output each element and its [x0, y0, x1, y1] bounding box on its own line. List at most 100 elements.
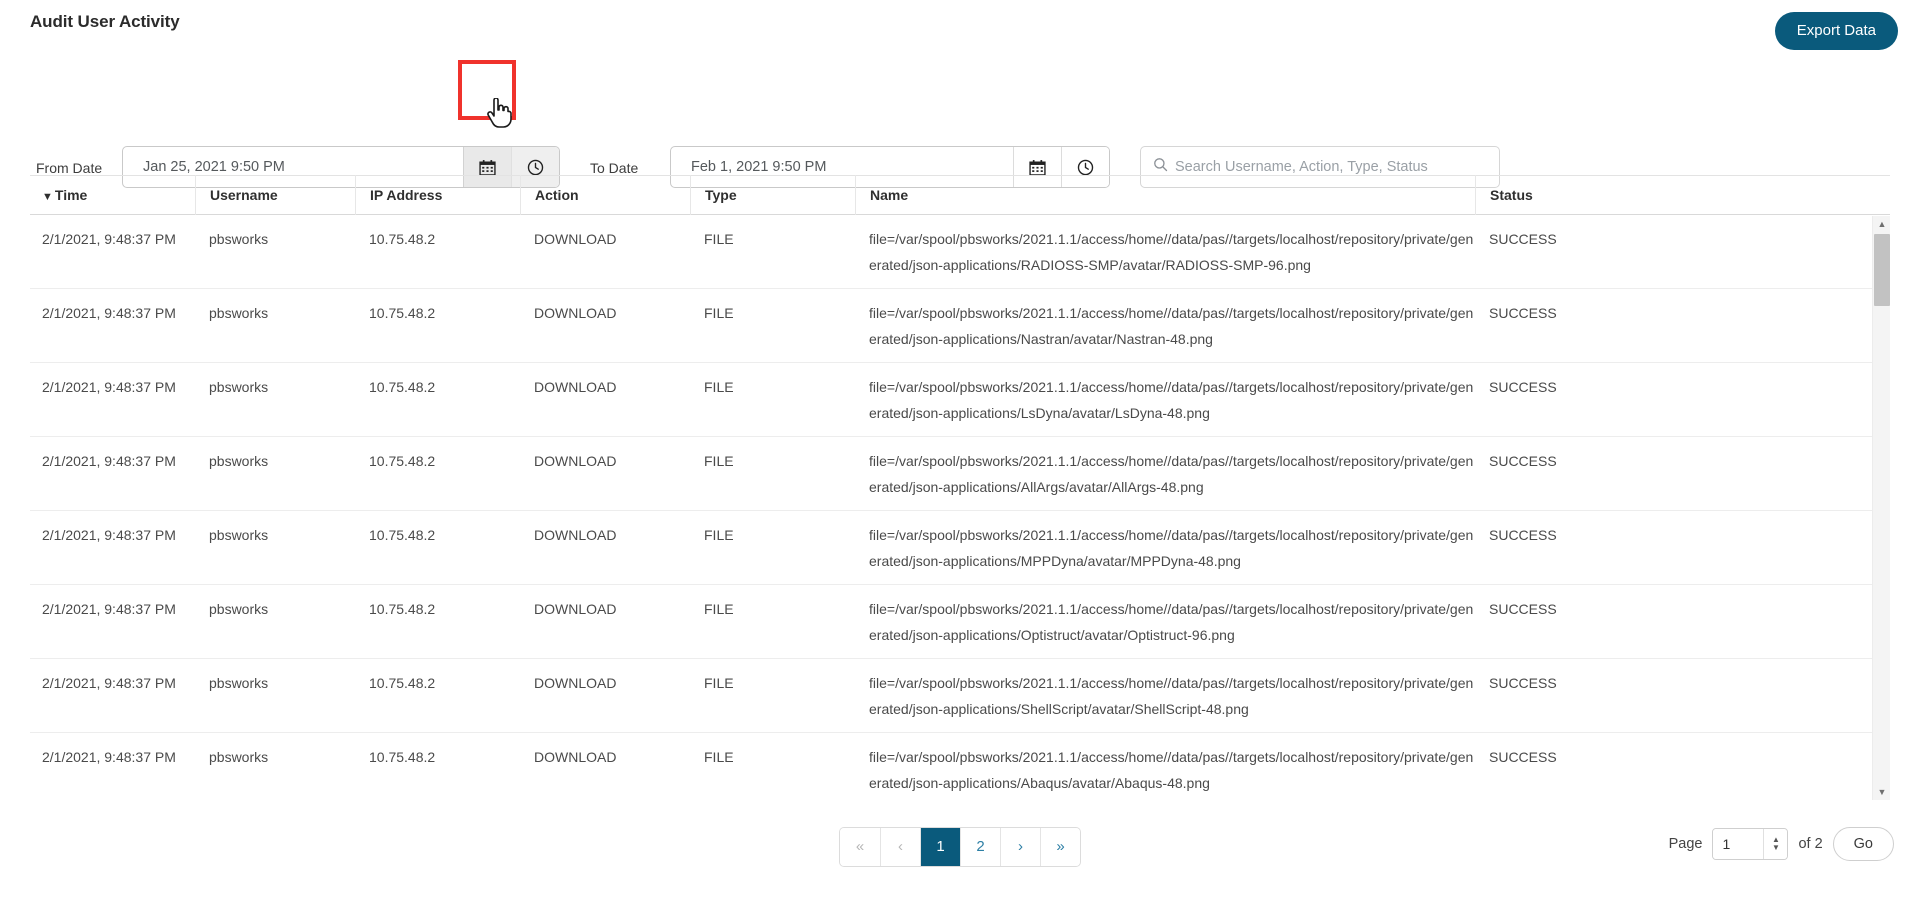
page-number-input[interactable]: [1713, 829, 1764, 859]
pagination-prev[interactable]: ‹: [880, 828, 920, 866]
cell-time: 2/1/2021, 9:48:37 PM: [42, 749, 176, 765]
pagination-page-1[interactable]: 1: [920, 828, 960, 866]
cell-name: file=/var/spool/pbsworks/2021.1.1/access…: [869, 601, 1474, 643]
clock-icon: [527, 159, 544, 176]
cell-name: file=/var/spool/pbsworks/2021.1.1/access…: [869, 675, 1474, 717]
go-button[interactable]: Go: [1832, 827, 1894, 861]
page-jump-control: Page ▲ ▼ of 2 Go: [1669, 827, 1894, 861]
cell-type: FILE: [704, 675, 734, 691]
cell-status: SUCCESS: [1489, 601, 1557, 617]
column-header-type[interactable]: Type: [690, 175, 855, 215]
cell-type: FILE: [704, 749, 734, 765]
column-header-action[interactable]: Action: [520, 175, 690, 215]
sort-descending-icon: ▼: [42, 191, 53, 203]
cell-time: 2/1/2021, 9:48:37 PM: [42, 453, 176, 469]
pagination-page-2[interactable]: 2: [960, 828, 1000, 866]
cell-status: SUCCESS: [1489, 749, 1557, 765]
cell-ip-address: 10.75.48.2: [369, 527, 436, 543]
cell-time: 2/1/2021, 9:48:37 PM: [42, 231, 176, 247]
stepper-down-icon[interactable]: ▼: [1772, 844, 1780, 852]
cell-username: pbsworks: [209, 453, 269, 469]
cell-name: file=/var/spool/pbsworks/2021.1.1/access…: [869, 527, 1474, 569]
cell-username: pbsworks: [209, 231, 269, 247]
cell-ip-address: 10.75.48.2: [369, 305, 436, 321]
page-title: Audit User Activity: [30, 12, 180, 31]
filter-bar: From Date Jan 25, 2021 9:50 PM To Date F…: [0, 72, 1920, 188]
search-icon: [1153, 157, 1175, 177]
cell-type: FILE: [704, 305, 734, 321]
scroll-down-arrow-icon[interactable]: ▼: [1873, 784, 1891, 800]
cell-type: FILE: [704, 453, 734, 469]
column-header-ip-address[interactable]: IP Address: [355, 175, 520, 215]
page-number-stepper[interactable]: ▲ ▼: [1763, 829, 1788, 859]
calendar-icon: [479, 159, 496, 176]
cell-ip-address: 10.75.48.2: [369, 601, 436, 617]
table-vertical-scrollbar[interactable]: ▲ ▼: [1872, 216, 1890, 800]
table-row[interactable]: 2/1/2021, 9:48:37 PM pbsworks 10.75.48.2 DO…: [30, 585, 1890, 659]
cell-status: SUCCESS: [1489, 675, 1557, 691]
cell-action: DOWNLOAD: [534, 601, 617, 617]
cell-time: 2/1/2021, 9:48:37 PM: [42, 305, 176, 321]
column-header-username[interactable]: Username: [195, 175, 355, 215]
cell-time: 2/1/2021, 9:48:37 PM: [42, 601, 176, 617]
scroll-up-arrow-icon[interactable]: ▲: [1873, 216, 1891, 232]
table-row[interactable]: 2/1/2021, 9:48:37 PM pbsworks 10.75.48.2 DO…: [30, 437, 1890, 511]
cell-name: file=/var/spool/pbsworks/2021.1.1/access…: [869, 749, 1474, 791]
cell-action: DOWNLOAD: [534, 453, 617, 469]
cell-username: pbsworks: [209, 305, 269, 321]
search-input[interactable]: [1175, 159, 1487, 175]
cell-name: file=/var/spool/pbsworks/2021.1.1/access…: [869, 231, 1474, 273]
cell-type: FILE: [704, 601, 734, 617]
cell-status: SUCCESS: [1489, 305, 1557, 321]
table-row[interactable]: 2/1/2021, 9:48:37 PM pbsworks 10.75.48.2 DO…: [30, 511, 1890, 585]
cell-type: FILE: [704, 527, 734, 543]
cell-username: pbsworks: [209, 527, 269, 543]
calendar-icon: [1029, 159, 1046, 176]
cell-username: pbsworks: [209, 749, 269, 765]
pagination-last[interactable]: »: [1040, 828, 1080, 866]
to-date-label: To Date: [590, 160, 639, 176]
table-row[interactable]: 2/1/2021, 9:48:37 PM pbsworks 10.75.48.2 DO…: [30, 289, 1890, 363]
column-header-name[interactable]: Name: [855, 175, 1475, 215]
cell-username: pbsworks: [209, 379, 269, 395]
column-header-time-label: Time: [54, 187, 88, 203]
cell-ip-address: 10.75.48.2: [369, 453, 436, 469]
cell-ip-address: 10.75.48.2: [369, 749, 436, 765]
cell-action: DOWNLOAD: [534, 231, 617, 247]
cell-action: DOWNLOAD: [534, 675, 617, 691]
cell-type: FILE: [704, 379, 734, 395]
cell-type: FILE: [704, 231, 734, 247]
cell-status: SUCCESS: [1489, 527, 1557, 543]
table-row[interactable]: 2/1/2021, 9:48:37 PM pbsworks 10.75.48.2 DO…: [30, 659, 1890, 733]
table-row[interactable]: 2/1/2021, 9:48:37 PM pbsworks 10.75.48.2 DO…: [30, 363, 1890, 437]
table-row[interactable]: 2/1/2021, 9:48:37 PM pbsworks 10.75.48.2 DO…: [30, 215, 1890, 289]
cell-action: DOWNLOAD: [534, 527, 617, 543]
pagination-next[interactable]: ›: [1000, 828, 1040, 866]
export-data-button[interactable]: Export Data: [1774, 12, 1898, 50]
audit-user-activity-page: Audit User Activity Export Data From Dat…: [0, 0, 1920, 900]
cell-status: SUCCESS: [1489, 231, 1557, 247]
column-header-status[interactable]: Status: [1475, 175, 1675, 215]
table-row[interactable]: 2/1/2021, 9:48:37 PM pbsworks 10.75.48.2 DO…: [30, 733, 1890, 800]
page-total-label: of 2: [1798, 836, 1823, 852]
table-body: 2/1/2021, 9:48:37 PM pbsworks 10.75.48.2 DO…: [30, 215, 1890, 800]
cell-username: pbsworks: [209, 675, 269, 691]
cell-action: DOWNLOAD: [534, 305, 617, 321]
cell-status: SUCCESS: [1489, 453, 1557, 469]
table-header-row: ▼ Time Username IP Address Action Type Na…: [30, 175, 1890, 215]
cell-name: file=/var/spool/pbsworks/2021.1.1/access…: [869, 305, 1474, 347]
audit-table: ▼ Time Username IP Address Action Type Na…: [30, 175, 1890, 800]
pagination-first[interactable]: «: [840, 828, 880, 866]
from-date-label: From Date: [36, 160, 103, 176]
cell-status: SUCCESS: [1489, 379, 1557, 395]
page-jump-label: Page: [1668, 836, 1703, 852]
scrollbar-thumb[interactable]: [1874, 234, 1890, 306]
cell-name: file=/var/spool/pbsworks/2021.1.1/access…: [869, 379, 1474, 421]
cell-ip-address: 10.75.48.2: [369, 675, 436, 691]
column-header-time[interactable]: ▼ Time: [30, 175, 195, 215]
cell-username: pbsworks: [209, 601, 269, 617]
cell-time: 2/1/2021, 9:48:37 PM: [42, 379, 176, 395]
cell-ip-address: 10.75.48.2: [369, 379, 436, 395]
page-number-field[interactable]: ▲ ▼: [1712, 828, 1789, 860]
cell-action: DOWNLOAD: [534, 379, 617, 395]
